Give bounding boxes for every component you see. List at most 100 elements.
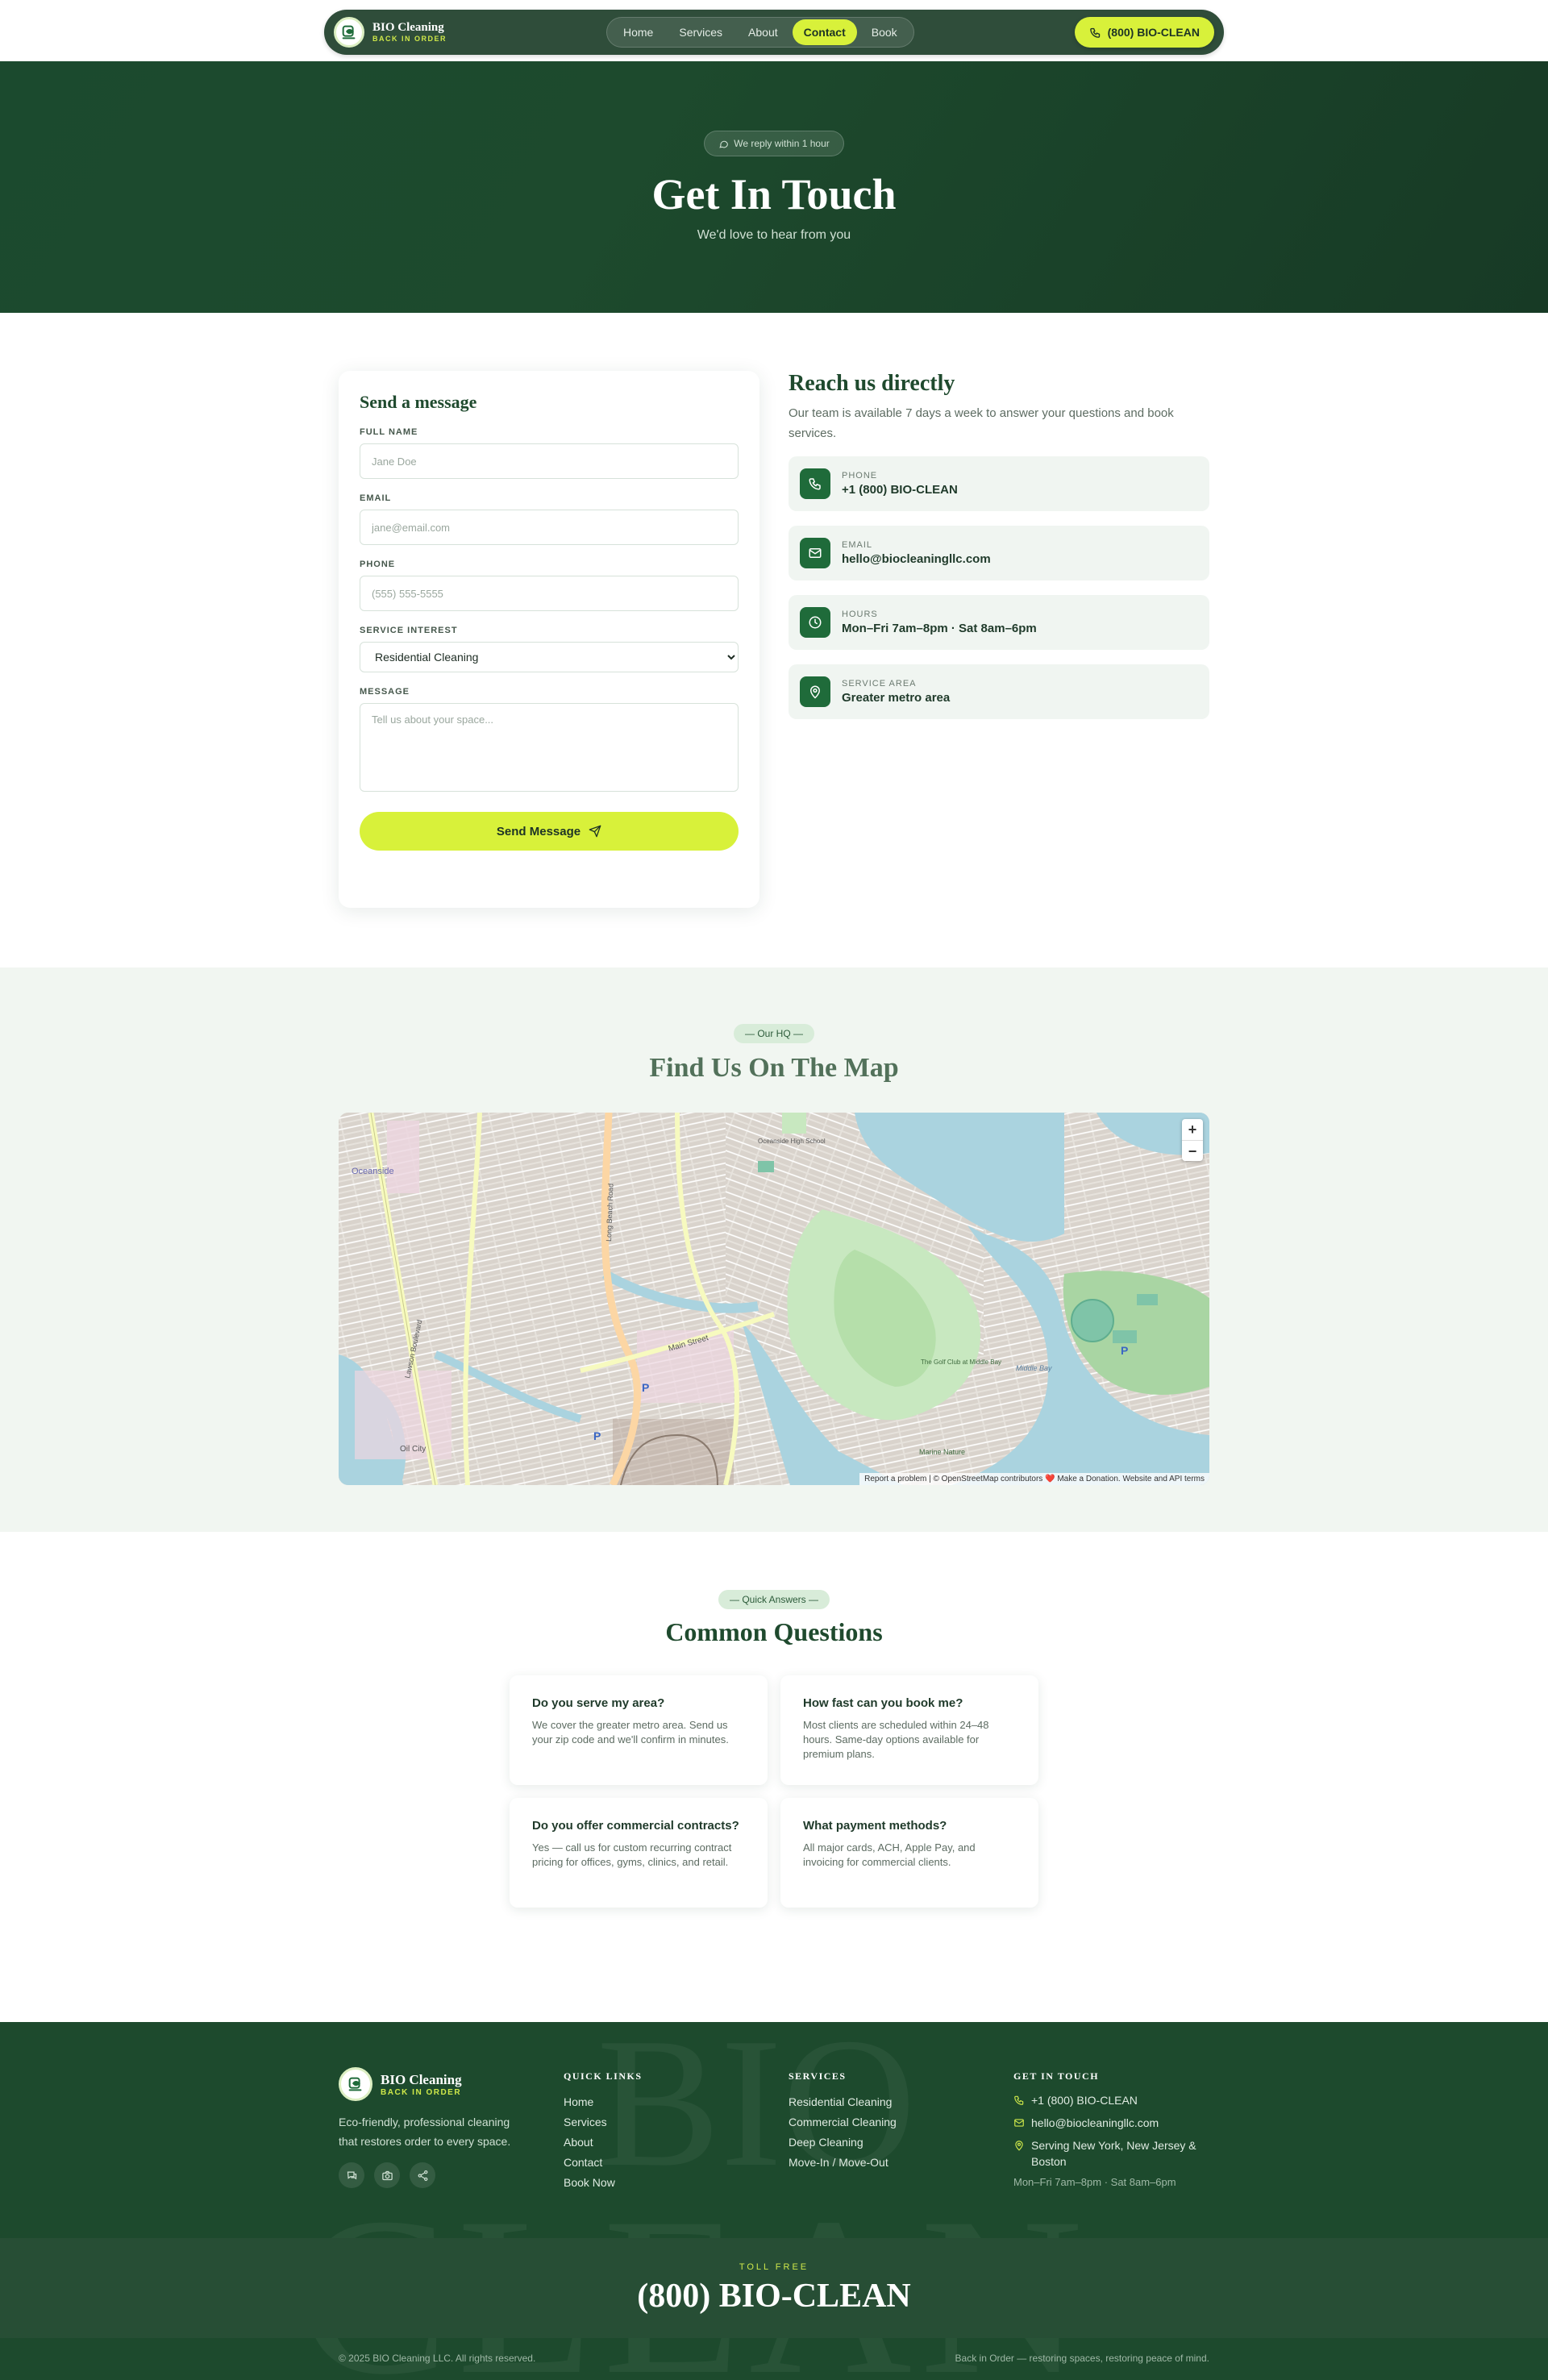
toll-free-number[interactable]: (800) BIO-CLEAN (0, 2277, 1548, 2316)
navbar: BIO Cleaning BACK IN ORDER Home Services… (324, 10, 1224, 55)
get-in-touch-heading: GET IN TOUCH (1013, 2070, 1100, 2082)
service-area-value: Greater metro area (842, 691, 951, 705)
footer-brand-name: BIO Cleaning (381, 2071, 462, 2087)
reach-description: Our team is available 7 days a week to a… (789, 406, 1174, 440)
quick-links-heading: QUICK LINKS (564, 2070, 643, 2082)
mail-icon (800, 538, 830, 568)
message-textarea[interactable] (360, 703, 739, 792)
reply-badge: We reply within 1 hour (704, 131, 844, 156)
map-zoom-controls: + − (1182, 1119, 1203, 1161)
footer-service-move[interactable]: Move-In / Move-Out (789, 2153, 897, 2173)
faq-card: How fast can you book me? Most clients a… (780, 1675, 1038, 1785)
footer-phone[interactable]: +1 (800) BIO-CLEAN (1013, 2092, 1215, 2108)
call-button[interactable]: (800) BIO-CLEAN (1074, 17, 1214, 48)
map-label-marine-nature: Marine Nature (919, 1448, 965, 1456)
map-label-golf-club: The Golf Club at Middle Bay (921, 1359, 1001, 1366)
leaf-logo-icon (339, 2067, 372, 2101)
svg-text:P: P (593, 1429, 601, 1442)
phone-icon (1089, 27, 1100, 38)
footer-link-home[interactable]: Home (564, 2092, 643, 2112)
footer-link-services[interactable]: Services (564, 2112, 643, 2132)
faq-answer: All major cards, ACH, Apple Pay, and inv… (803, 1841, 976, 1868)
footer-service-residential[interactable]: Residential Cleaning (789, 2092, 897, 2112)
brand-tagline: BACK IN ORDER (372, 35, 447, 43)
social-share-link[interactable] (410, 2162, 435, 2188)
nav-book[interactable]: Book (860, 19, 909, 45)
email-card-value: hello@biocleaningllc.com (842, 552, 991, 566)
footer-services: SERVICES Residential Cleaning Commercial… (789, 2067, 897, 2173)
footer-service-deep[interactable]: Deep Cleaning (789, 2132, 897, 2153)
street-map[interactable]: P P P Oceanside Lawson Boulevard Long Be… (339, 1113, 1209, 1485)
footer-email[interactable]: hello@biocleaningllc.com (1013, 2115, 1215, 2131)
footer-description: Eco-friendly, professional cleaning that… (339, 2116, 511, 2148)
zoom-in-button[interactable]: + (1182, 1119, 1203, 1140)
map-attribution[interactable]: Report a problem | © OpenStreetMap contr… (859, 1473, 1209, 1485)
nav-home[interactable]: Home (612, 19, 664, 45)
service-area-label: SERVICE AREA (842, 679, 917, 689)
phone-card-value: +1 (800) BIO-CLEAN (842, 483, 958, 497)
map-label-high-school: Oceanside High School (758, 1138, 826, 1145)
service-interest-label: SERVICE INTEREST (360, 626, 458, 635)
footer-link-contact[interactable]: Contact (564, 2153, 643, 2173)
footer-brand-tagline: BACK IN ORDER (381, 2087, 462, 2097)
phone-label: PHONE (360, 560, 396, 569)
email-card[interactable]: EMAIL hello@biocleaningllc.com (789, 526, 1209, 580)
faq-question: Do you offer commercial contracts? (532, 1819, 739, 1833)
footer-hours: Mon–Fri 7am–8pm · Sat 8am–6pm (1013, 2176, 1176, 2188)
map-embed[interactable]: P P P Oceanside Lawson Boulevard Long Be… (339, 1113, 1209, 1485)
nav-contact[interactable]: Contact (792, 19, 857, 45)
nav-links: Home Services About Contact Book (606, 17, 914, 48)
form-title: Send a message (360, 392, 477, 412)
faq-card: Do you serve my area? We cover the great… (510, 1675, 768, 1785)
hours-card: HOURS Mon–Fri 7am–8pm · Sat 8am–6pm (789, 595, 1209, 650)
footer-brand[interactable]: BIO Cleaning BACK IN ORDER (339, 2067, 524, 2101)
full-name-input[interactable] (360, 443, 739, 479)
reach-us-panel: Reach us directly Our team is available … (789, 371, 1209, 734)
faq-badge: — Quick Answers — (718, 1590, 830, 1609)
contact-section: Send a message FULL NAME EMAIL PHONE SER… (0, 313, 1548, 967)
nav-services[interactable]: Services (668, 19, 734, 45)
faq-grid: Do you serve my area? We cover the great… (510, 1675, 1038, 1908)
faq-card: What payment methods? All major cards, A… (780, 1798, 1038, 1908)
footer-email-text: hello@biocleaningllc.com (1031, 2116, 1159, 2129)
hours-card-label: HOURS (842, 610, 878, 619)
message-label: MESSAGE (360, 687, 410, 697)
phone-card[interactable]: PHONE +1 (800) BIO-CLEAN (789, 456, 1209, 511)
camera-icon (381, 2170, 393, 2180)
leaf-logo-icon (334, 17, 364, 48)
contact-form: Send a message FULL NAME EMAIL PHONE SER… (339, 371, 759, 908)
email-label: EMAIL (360, 493, 392, 503)
copyright-text: © 2025 BIO Cleaning LLC. All rights rese… (339, 2353, 536, 2364)
phone-icon (800, 468, 830, 499)
social-chat-link[interactable] (339, 2162, 364, 2188)
service-area-card: SERVICE AREA Greater metro area (789, 664, 1209, 719)
footer-quick-links: QUICK LINKS Home Services About Contact … (564, 2067, 643, 2193)
social-camera-link[interactable] (374, 2162, 400, 2188)
map-label-oil-city: Oil City (400, 1445, 426, 1454)
map-title: Find Us On The Map (649, 1053, 899, 1083)
faq-answer: Most clients are scheduled within 24–48 … (803, 1719, 989, 1760)
chat-bubble-icon (719, 140, 729, 148)
toll-free-label: TOLL FREE (739, 2262, 809, 2272)
nav-about[interactable]: About (737, 19, 789, 45)
service-interest-select[interactable]: Residential Cleaning (360, 642, 739, 672)
map-label-middle-bay: Middle Bay (1016, 1364, 1052, 1372)
faq-question: How fast can you book me? (803, 1696, 963, 1710)
footer-service-commercial[interactable]: Commercial Cleaning (789, 2112, 897, 2132)
page-title: Get In Touch (651, 170, 897, 218)
zoom-out-button[interactable]: − (1182, 1140, 1203, 1161)
faq-card: Do you offer commercial contracts? Yes —… (510, 1798, 768, 1908)
phone-input[interactable] (360, 576, 739, 611)
email-card-label: EMAIL (842, 540, 873, 550)
hero: We reply within 1 hour Get In Touch We'd… (0, 61, 1548, 313)
map-label-oceanside: Oceanside (352, 1167, 394, 1176)
email-input[interactable] (360, 510, 739, 545)
footer-link-about[interactable]: About (564, 2132, 643, 2153)
chat-icon (347, 2171, 356, 2179)
phone-icon (1014, 2095, 1024, 2105)
footer-link-book-now[interactable]: Book Now (564, 2173, 643, 2193)
faq-title: Common Questions (665, 1617, 883, 1646)
send-message-button[interactable]: Send Message (360, 812, 739, 851)
clock-icon (800, 607, 830, 638)
brand[interactable]: BIO Cleaning BACK IN ORDER (334, 17, 447, 48)
